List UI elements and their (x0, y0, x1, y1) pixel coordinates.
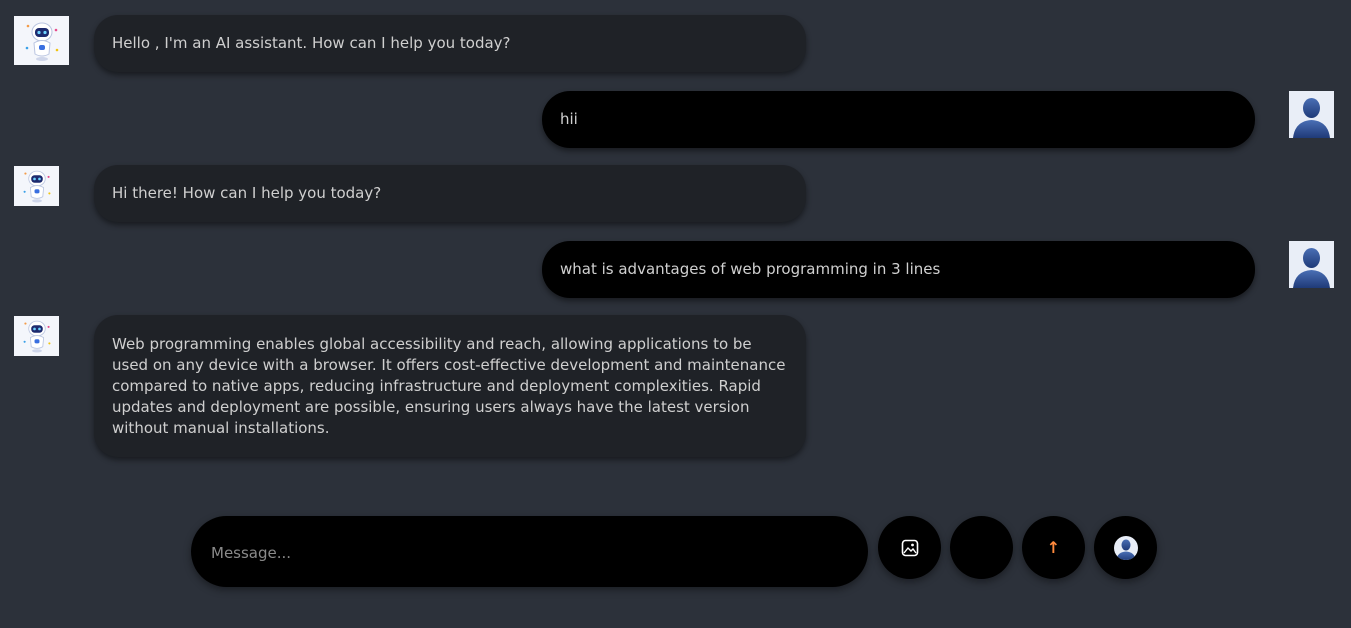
bot-avatar (14, 16, 69, 65)
robot-icon (25, 22, 58, 61)
user-silhouette-icon (1293, 98, 1330, 138)
message-text: Web programming enables global accessibi… (112, 335, 786, 437)
user-avatar (1289, 241, 1334, 288)
arrow-up-icon: ↑ (1046, 538, 1061, 557)
robot-icon (23, 320, 50, 353)
user-avatar-icon (1113, 535, 1138, 560)
bot-message-bubble: Hi there! How can I help you today? (94, 165, 806, 222)
message-text: hii (560, 110, 578, 128)
user-silhouette-icon (1293, 248, 1330, 288)
bot-message-bubble: Hello , I'm an AI assistant. How can I h… (94, 15, 806, 72)
bot-avatar (14, 316, 59, 356)
robot-icon (23, 170, 50, 203)
send-button[interactable]: ↑ (1022, 516, 1085, 579)
bot-avatar (14, 166, 59, 206)
user-avatar (1289, 91, 1334, 138)
message-text: what is advantages of web programming in… (560, 260, 941, 278)
image-upload-button[interactable] (878, 516, 941, 579)
bot-message-bubble: Web programming enables global accessibi… (94, 315, 806, 457)
message-input[interactable] (209, 538, 843, 568)
message-text: Hi there! How can I help you today? (112, 184, 382, 202)
message-text: Hello , I'm an AI assistant. How can I h… (112, 34, 511, 52)
profile-button[interactable] (1094, 516, 1157, 579)
user-message-bubble: hii (542, 91, 1255, 148)
voice-button[interactable] (950, 516, 1013, 579)
message-composer (191, 516, 868, 587)
image-icon (901, 539, 918, 556)
user-message-bubble: what is advantages of web programming in… (542, 241, 1255, 298)
